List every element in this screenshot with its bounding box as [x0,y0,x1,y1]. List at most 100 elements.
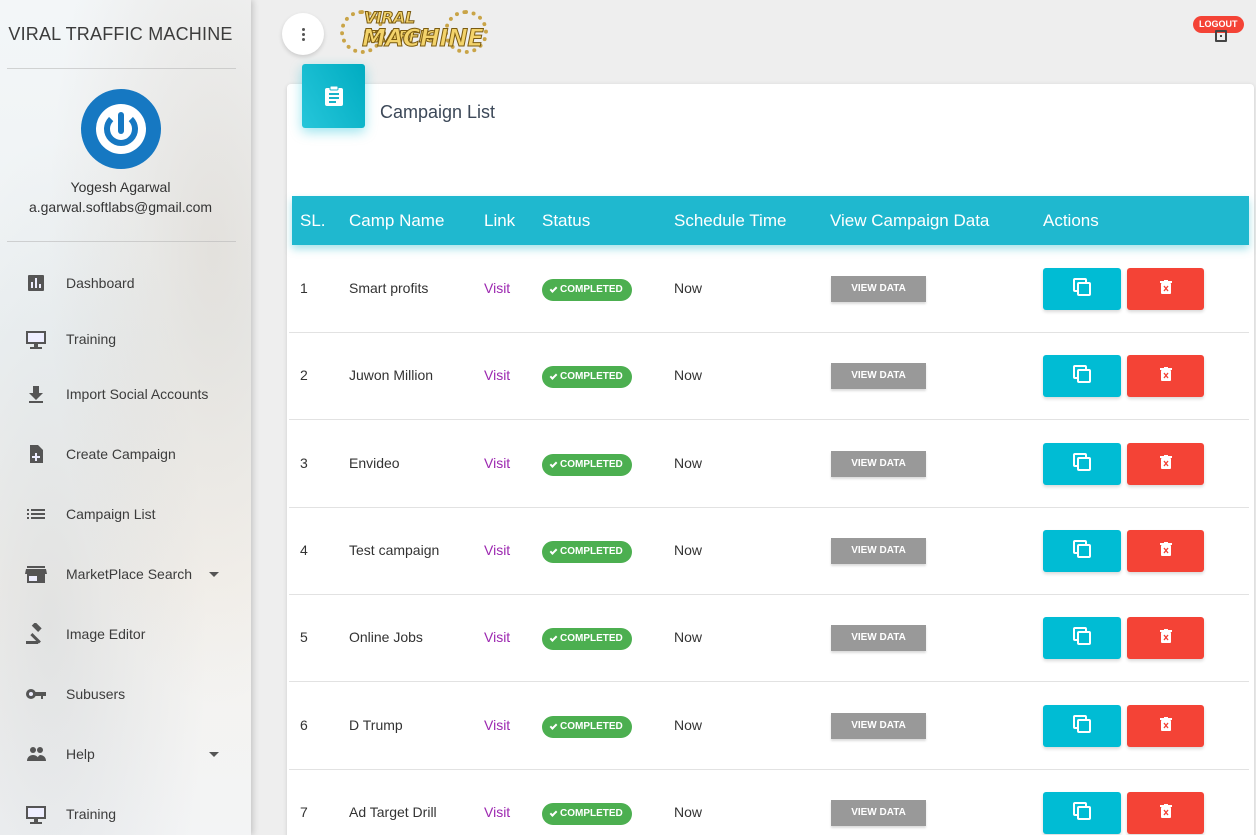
copy-button[interactable] [1043,443,1121,485]
sidebar-item-label: Training [66,331,117,347]
table-header: SL. Camp Name Link Status Schedule Time … [292,196,1249,245]
status-badge: COMPLETED [542,454,632,476]
delete-button[interactable] [1127,268,1204,310]
visit-link[interactable]: Visit [484,629,510,645]
sidebar-item-training[interactable]: Training [0,319,240,359]
row-schedule-time: Now [674,367,703,383]
more-vert-icon [301,27,305,31]
sidebar-item-marketplace-search[interactable]: MarketPlace Search [0,554,240,594]
check-icon [549,372,558,380]
sidebar: VIRAL TRAFFIC MACHINE Yogesh Agarwal a.g… [0,0,251,835]
sidebar-item-training-2[interactable]: Training [0,794,240,834]
sidebar-item-label: Import Social Accounts [66,386,209,402]
copy-icon [1072,801,1092,826]
row-sl: 6 [300,717,308,733]
row-sl: 5 [300,629,308,645]
delete-icon [1159,279,1172,299]
sidebar-item-image-editor[interactable]: Image Editor [0,614,240,654]
view-data-button[interactable]: VIEW DATA [831,538,926,564]
list-icon [24,502,48,526]
visit-link[interactable]: Visit [484,717,510,733]
copy-icon [1072,452,1092,477]
app-logo: VIRAL TRAFFIC MACHINE [340,8,490,56]
sidebar-item-dashboard[interactable]: Dashboard [0,263,240,303]
row-schedule-time: Now [674,280,703,296]
status-badge: COMPLETED [542,803,632,825]
sidebar-item-label: Campaign List [66,506,156,522]
brand-title: VIRAL TRAFFIC MACHINE [8,24,233,44]
row-sl: 4 [300,542,308,558]
delete-icon [1159,541,1172,561]
column-header-schedule-time: Schedule Time [674,211,787,230]
delete-button[interactable] [1127,530,1204,572]
delete-button[interactable] [1127,705,1204,747]
user-email: a.garwal.softlabs@gmail.com [28,199,213,215]
row-schedule-time: Now [674,455,703,471]
more-vert-button[interactable] [282,13,324,55]
delete-button[interactable] [1127,792,1204,834]
row-camp-name: Envideo [349,455,400,471]
row-schedule-time: Now [674,717,703,733]
note-add-icon [24,442,48,466]
status-badge: COMPLETED [542,628,632,650]
sidebar-item-subusers[interactable]: Subusers [0,674,240,714]
view-data-button[interactable]: VIEW DATA [831,713,926,739]
delete-button[interactable] [1127,443,1204,485]
visit-link[interactable]: Visit [484,280,510,296]
visit-link[interactable]: Visit [484,804,510,820]
delete-icon [1159,628,1172,648]
row-sl: 2 [300,367,308,383]
copy-button[interactable] [1043,268,1121,310]
copy-icon [1072,539,1092,564]
delete-icon [1159,803,1172,823]
status-label: COMPLETED [560,546,623,557]
table-row: 4 Test campaign Visit COMPLETED Now VIEW DATA [289,508,1249,595]
column-header-actions: Actions [1043,211,1099,230]
copy-button[interactable] [1043,617,1121,659]
delete-icon [1159,366,1172,386]
bar-chart-icon [24,271,48,295]
sidebar-item-label: Image Editor [66,626,146,642]
page-title: Campaign List [380,102,496,122]
view-data-button[interactable]: VIEW DATA [831,363,926,389]
view-data-button[interactable]: VIEW DATA [831,276,926,302]
monitor-icon [24,327,48,351]
row-camp-name: Juwon Million [349,367,434,383]
delete-icon [1159,716,1172,736]
gavel-icon [24,622,48,646]
copy-button[interactable] [1043,792,1121,834]
status-badge: COMPLETED [542,279,632,301]
delete-button[interactable] [1127,617,1204,659]
copy-button[interactable] [1043,355,1121,397]
status-label: COMPLETED [560,808,623,819]
delete-icon [1159,454,1172,474]
view-data-button[interactable]: VIEW DATA [831,800,926,826]
row-camp-name: D Trump [349,717,403,733]
status-badge: COMPLETED [542,541,632,563]
copy-button[interactable] [1043,705,1121,747]
copy-button[interactable] [1043,530,1121,572]
store-icon [24,562,48,586]
delete-button[interactable] [1127,355,1204,397]
row-sl: 7 [300,804,308,820]
sidebar-item-help[interactable]: Help [0,734,240,774]
row-camp-name: Online Jobs [349,629,423,645]
visit-link[interactable]: Visit [484,455,510,471]
sidebar-item-create-campaign[interactable]: Create Campaign [0,434,240,474]
row-sl: 1 [300,280,308,296]
check-icon [549,722,558,730]
people-icon [24,742,48,766]
status-label: COMPLETED [560,371,623,382]
avatar[interactable] [81,89,161,169]
sidebar-item-campaign-list[interactable]: Campaign List [0,494,240,534]
table-row: 1 Smart profits Visit COMPLETED Now VIEW DATA [289,246,1249,333]
exit-icon[interactable] [1215,30,1227,42]
column-header-sl: SL. [300,211,326,230]
view-data-button[interactable]: VIEW DATA [831,625,926,651]
sidebar-item-import-social-accounts[interactable]: Import Social Accounts [0,374,240,414]
visit-link[interactable]: Visit [484,367,510,383]
view-data-button[interactable]: VIEW DATA [831,451,926,477]
visit-link[interactable]: Visit [484,542,510,558]
sidebar-divider [7,241,236,242]
chevron-down-icon [209,751,219,757]
